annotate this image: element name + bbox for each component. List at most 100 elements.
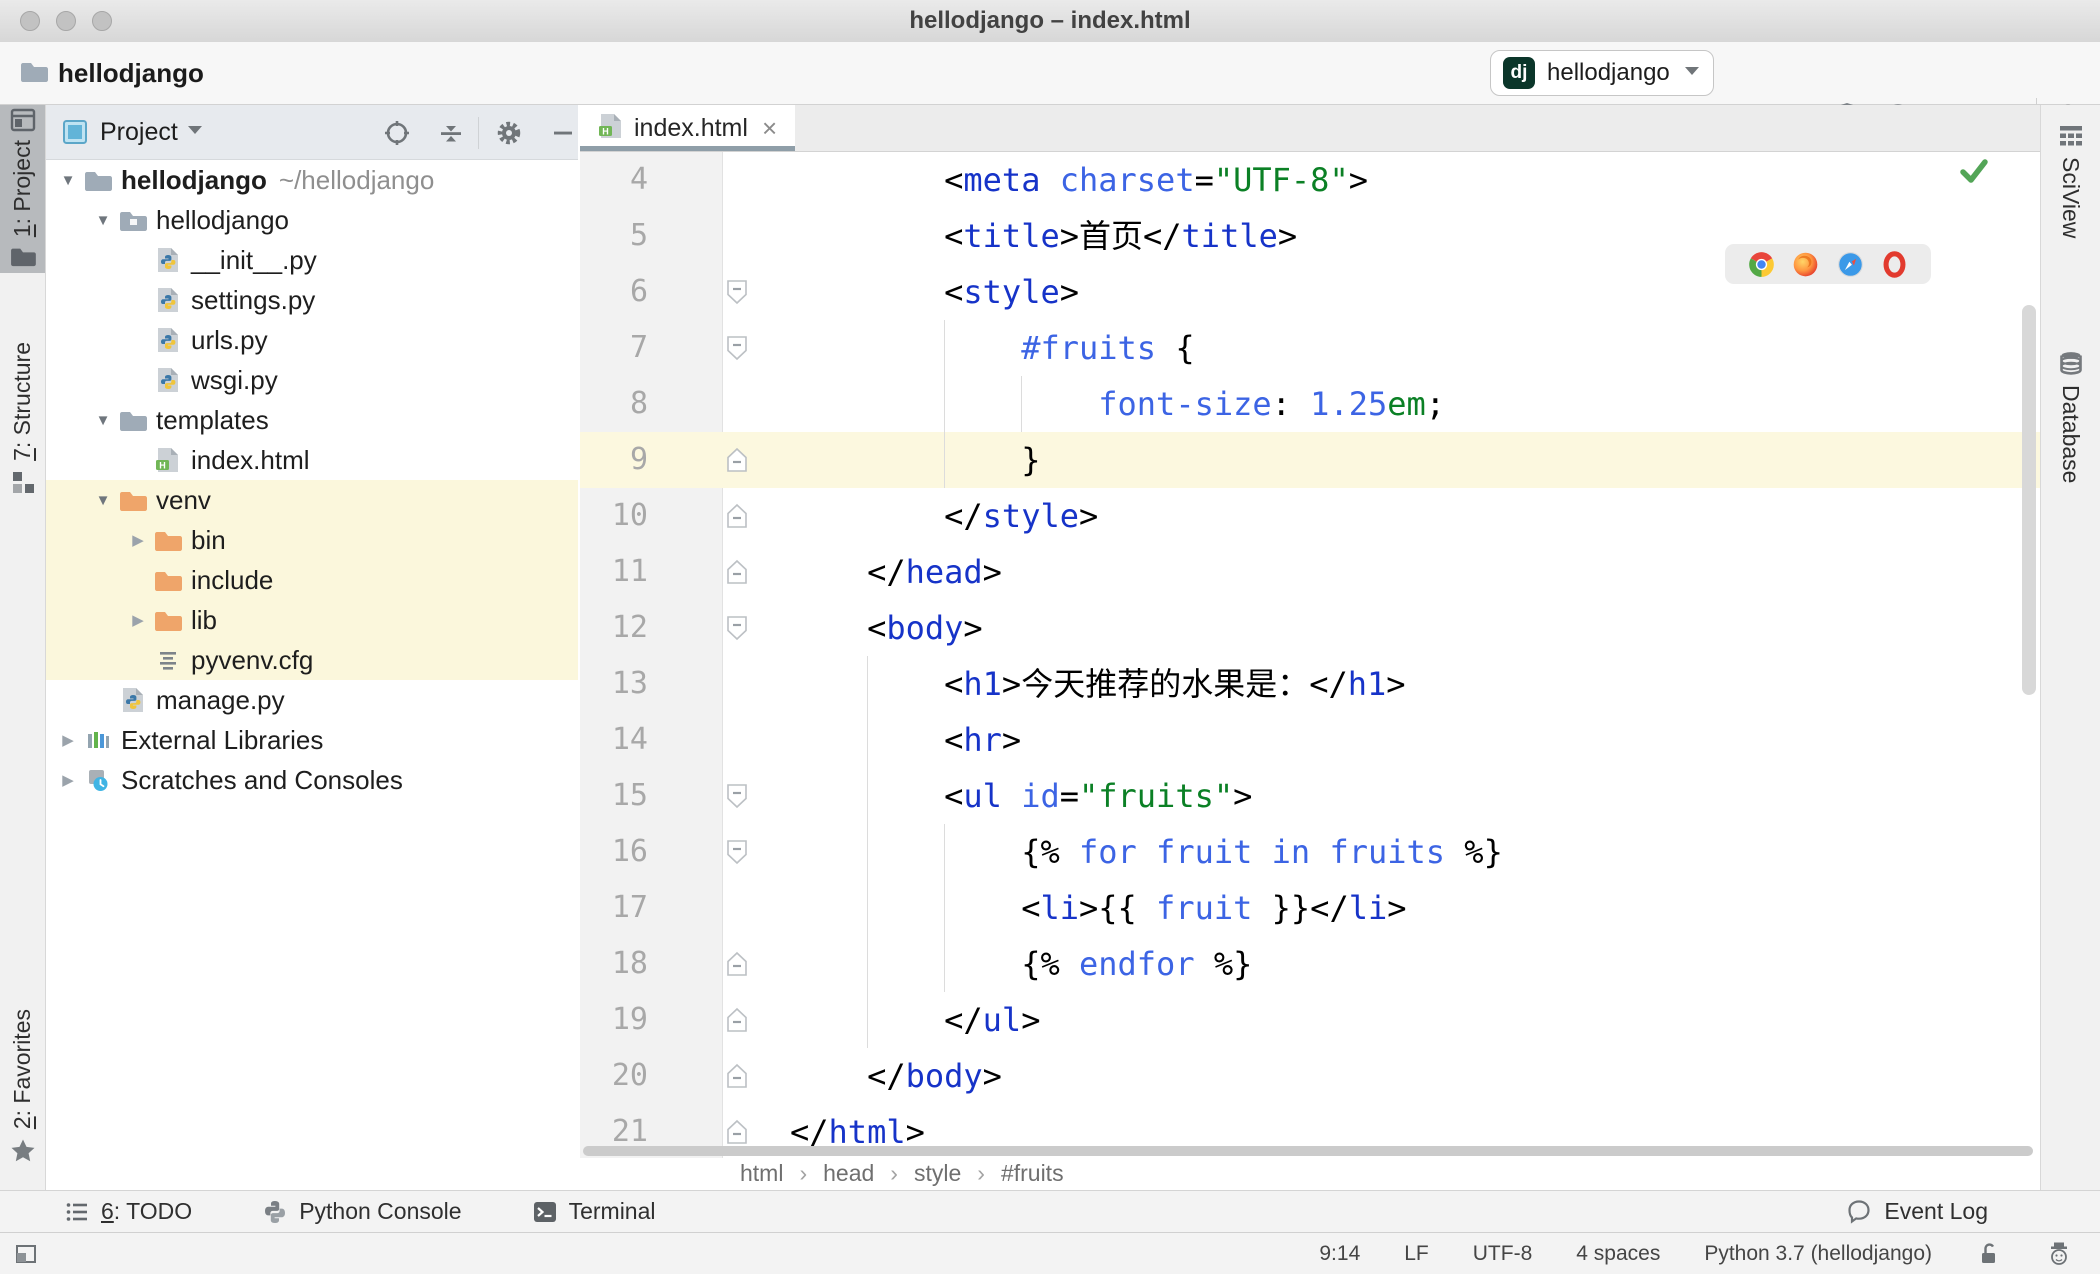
line-number[interactable]: 7	[580, 320, 648, 376]
code-line-9[interactable]: 9 }	[580, 432, 2040, 488]
breadcrumb-item-html[interactable]: html	[740, 1160, 783, 1187]
tree-item--init-py[interactable]: __init__.py	[46, 240, 578, 280]
tool-window-button-terminal[interactable]: Terminal	[532, 1198, 656, 1225]
code-line-8[interactable]: 8 font-size: 1.25em;	[580, 376, 2040, 432]
line-number[interactable]: 13	[580, 656, 648, 712]
line-number[interactable]: 18	[580, 936, 648, 992]
line-number[interactable]: 12	[580, 600, 648, 656]
code-line-7[interactable]: 7 #fruits {	[580, 320, 2040, 376]
project-breadcrumb[interactable]: hellodjango	[58, 58, 204, 89]
expand-arrow-closed-icon[interactable]: ▶	[54, 731, 82, 749]
status-indent-style[interactable]: 4 spaces	[1576, 1242, 1660, 1266]
line-number[interactable]: 20	[580, 1048, 648, 1104]
expand-arrow-closed-icon[interactable]: ▶	[124, 611, 152, 629]
tree-item-urls-py[interactable]: urls.py	[46, 320, 578, 360]
line-number[interactable]: 9	[580, 432, 648, 488]
tree-item-settings-py[interactable]: settings.py	[46, 280, 578, 320]
vertical-scrollbar[interactable]	[2022, 305, 2036, 695]
tree-item-scratches-and-consoles[interactable]: ▶ Scratches and Consoles	[46, 760, 578, 800]
code-line-20[interactable]: 20 </body>	[580, 1048, 2040, 1104]
tree-item-hellodjango[interactable]: ▼ hellodjango ~/hellodjango	[46, 160, 578, 200]
inspections-ok-icon[interactable]	[1958, 155, 1990, 192]
gear-icon[interactable]	[494, 118, 524, 148]
toggle-toolwindows-icon[interactable]	[14, 1241, 40, 1267]
zoom-window-button[interactable]	[92, 11, 112, 31]
expand-arrow-open-icon[interactable]: ▼	[89, 212, 117, 229]
status-line-separator[interactable]: LF	[1404, 1242, 1429, 1266]
fold-start-icon[interactable]	[726, 279, 748, 305]
code-line-15[interactable]: 15 <ul id="fruits">	[580, 768, 2040, 824]
breadcrumb-item-fruits[interactable]: #fruits	[1001, 1160, 1064, 1187]
fold-end-icon[interactable]	[726, 559, 748, 585]
code-line-12[interactable]: 12 <body>	[580, 600, 2040, 656]
tree-item-venv[interactable]: ▼ venv	[46, 480, 578, 520]
code-line-17[interactable]: 17 <li>{{ fruit }}</li>	[580, 880, 2040, 936]
code-line-4[interactable]: 4 <meta charset="UTF-8">	[580, 152, 2040, 208]
fold-end-icon[interactable]	[726, 1063, 748, 1089]
line-number[interactable]: 15	[580, 768, 648, 824]
line-number[interactable]: 4	[580, 152, 648, 208]
tool-strip-button-favorites[interactable]: 2: Favorites	[0, 983, 45, 1171]
code-line-10[interactable]: 10 </style>	[580, 488, 2040, 544]
line-number[interactable]: 16	[580, 824, 648, 880]
tool-strip-button-sciview[interactable]: SciView	[2041, 117, 2100, 317]
minimize-window-button[interactable]	[56, 11, 76, 31]
line-number[interactable]: 11	[580, 544, 648, 600]
breadcrumb-item-head[interactable]: head	[823, 1160, 874, 1187]
tool-window-button-6-todo[interactable]: 6: TODO	[64, 1198, 192, 1225]
hector-icon[interactable]	[2046, 1241, 2072, 1267]
breadcrumb-item-style[interactable]: style	[914, 1160, 961, 1187]
status-caret-position[interactable]: 9:14	[1319, 1242, 1360, 1266]
status-python-interpreter[interactable]: Python 3.7 (hellodjango)	[1704, 1242, 1932, 1266]
line-number[interactable]: 19	[580, 992, 648, 1048]
chrome-browser-icon[interactable]	[1748, 251, 1775, 278]
line-number[interactable]: 14	[580, 712, 648, 768]
opera-browser-icon[interactable]	[1881, 250, 1908, 278]
tool-window-button-python-console[interactable]: Python Console	[262, 1198, 462, 1225]
run-configuration-selector[interactable]: dj hellodjango	[1490, 50, 1714, 96]
line-number[interactable]: 6	[580, 264, 648, 320]
tree-item-include[interactable]: include	[46, 560, 578, 600]
firefox-browser-icon[interactable]	[1792, 251, 1819, 278]
tree-item-wsgi-py[interactable]: wsgi.py	[46, 360, 578, 400]
expand-arrow-open-icon[interactable]: ▼	[89, 492, 117, 509]
fold-end-icon[interactable]	[726, 503, 748, 529]
project-view-title[interactable]: Project	[100, 118, 178, 147]
safari-browser-icon[interactable]	[1837, 251, 1864, 278]
tool-strip-button-project[interactable]: 1: Project	[0, 105, 45, 273]
tree-item-bin[interactable]: ▶ bin	[46, 520, 578, 560]
code-line-16[interactable]: 16 {% for fruit in fruits %}	[580, 824, 2040, 880]
tree-item-manage-py[interactable]: manage.py	[46, 680, 578, 720]
fold-end-icon[interactable]	[726, 447, 748, 473]
fold-end-icon[interactable]	[726, 1007, 748, 1033]
close-window-button[interactable]	[20, 11, 40, 31]
expand-arrow-closed-icon[interactable]: ▶	[124, 531, 152, 549]
hide-panel-icon[interactable]	[548, 118, 578, 148]
fold-start-icon[interactable]	[726, 839, 748, 865]
expand-arrow-closed-icon[interactable]: ▶	[54, 771, 82, 789]
line-number[interactable]: 17	[580, 880, 648, 936]
expand-arrow-open-icon[interactable]: ▼	[54, 172, 82, 189]
fold-start-icon[interactable]	[726, 783, 748, 809]
code-line-19[interactable]: 19 </ul>	[580, 992, 2040, 1048]
code-line-14[interactable]: 14 <hr>	[580, 712, 2040, 768]
line-number[interactable]: 5	[580, 208, 648, 264]
tree-item-templates[interactable]: ▼ templates	[46, 400, 578, 440]
code-line-11[interactable]: 11 </head>	[580, 544, 2040, 600]
collapse-all-icon[interactable]	[436, 118, 466, 148]
line-number[interactable]: 10	[580, 488, 648, 544]
locate-file-icon[interactable]	[382, 118, 412, 148]
code-line-18[interactable]: 18 {% endfor %}	[580, 936, 2040, 992]
tool-window-button-event-log[interactable]: Event Log	[1845, 1198, 1988, 1226]
tool-strip-button-structure[interactable]: 7: Structure	[0, 301, 45, 501]
code-line-13[interactable]: 13 <h1>今天推荐的水果是：</h1>	[580, 656, 2040, 712]
horizontal-scrollbar[interactable]	[583, 1146, 2033, 1156]
line-number[interactable]: 8	[580, 376, 648, 432]
fold-start-icon[interactable]	[726, 335, 748, 361]
fold-end-icon[interactable]	[726, 951, 748, 977]
tool-strip-button-database[interactable]: Database	[2041, 343, 2100, 543]
tree-item-lib[interactable]: ▶ lib	[46, 600, 578, 640]
tree-item-external-libraries[interactable]: ▶ External Libraries	[46, 720, 578, 760]
close-tab-icon[interactable]: ×	[762, 113, 777, 144]
unlock-icon[interactable]	[1976, 1241, 2002, 1267]
